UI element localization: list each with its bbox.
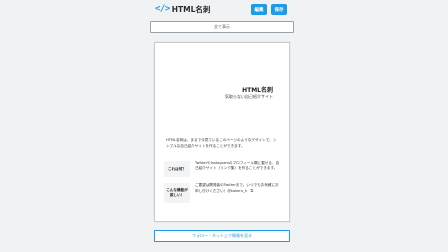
info-value-request-text: ご要望は開発者のTwitterまで。いつでもお気軽にお申し付けください！@kak…	[195, 183, 279, 193]
info-row-what: これは何？ TwitterやInstagramのプロフィール欄に載せる、自己紹介…	[164, 161, 282, 177]
profile-card: HTML名刺 気取らない自己紹介サイト HTML名刺は、まるで今見ているこのペー…	[154, 42, 290, 222]
info-value-what: TwitterやInstagramのプロフィール欄に載せる、自己紹介サイト（リン…	[195, 161, 280, 170]
card-subtitle: 気取らない自己紹介サイト	[225, 94, 273, 99]
show-all-button[interactable]: 全て表示	[150, 21, 294, 33]
save-button[interactable]: 保存	[271, 4, 287, 15]
app-logo[interactable]: </> HTML名刺	[155, 3, 210, 15]
external-link-icon[interactable]: ⧉	[250, 188, 253, 193]
app-header: </> HTML名刺 編集 保存	[0, 0, 448, 18]
logo-text: HTML名刺	[171, 4, 211, 14]
info-label-request: こんな機能が欲しい！	[164, 183, 190, 203]
info-value-request: ご要望は開発者のTwitterまで。いつでもお気軽にお申し付けください！@kak…	[190, 183, 282, 203]
card-title: HTML名刺	[242, 87, 273, 94]
code-brackets-icon: </>	[155, 4, 170, 14]
info-row-request: こんな機能が欲しい！ ご要望は開発者のTwitterまで。いつでもお気軽にお申し…	[164, 183, 282, 203]
info-label-what: これは何？	[164, 161, 190, 177]
edit-button[interactable]: 編集	[251, 4, 267, 15]
card-intro: HTML名刺は、まるで今見ているこのページのようなデザインで、シンプルな自己紹介…	[166, 138, 277, 148]
follow-button[interactable]: フォロー・ネット上で情報を見る	[154, 230, 290, 242]
